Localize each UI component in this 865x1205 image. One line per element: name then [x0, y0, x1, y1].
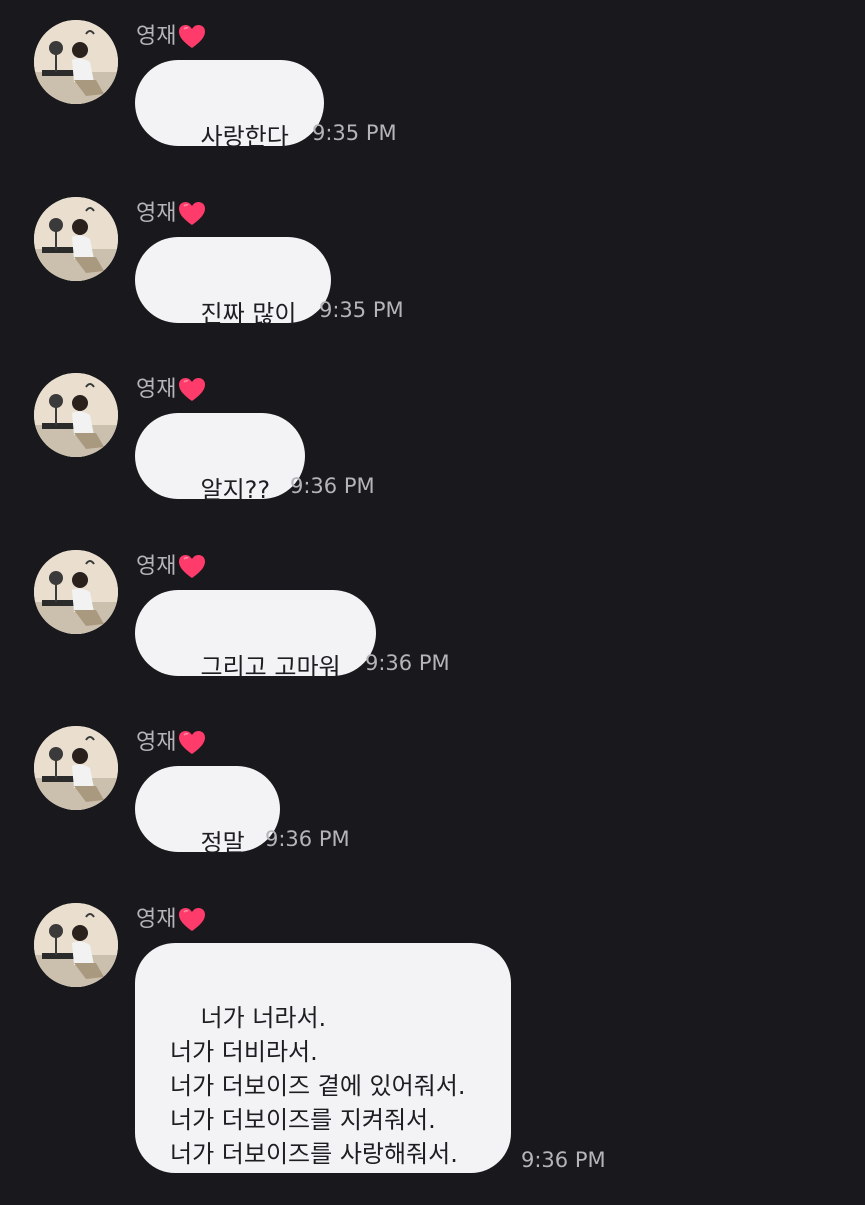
sender-name-text: 영재 [136, 201, 177, 226]
sender-name-text: 영재 [136, 554, 177, 579]
message-text: 진짜 많이 [200, 300, 297, 328]
message-text: 너가 너라서. 너가 더비라서. 너가 더보이즈 곁에 있어줘서. 너가 더보이… [170, 1004, 466, 1168]
sender-avatar[interactable] [34, 20, 118, 104]
sender-avatar[interactable] [34, 903, 118, 987]
sender-name: 영재 [136, 728, 206, 758]
sender-name: 영재 [136, 375, 206, 405]
sender-avatar[interactable] [34, 373, 118, 457]
red-heart-icon [178, 377, 206, 403]
message-bubble[interactable]: 정말 [135, 766, 280, 857]
message-bubble[interactable]: 알지?? [135, 413, 306, 504]
red-heart-icon [178, 730, 206, 756]
sender-name: 영재 [136, 22, 206, 52]
message-bubble[interactable]: 사랑한다 [135, 60, 324, 151]
message-text: 정말 [200, 829, 245, 857]
message-timestamp: 9:35 PM [319, 298, 404, 322]
sender-name: 영재 [136, 199, 206, 229]
red-heart-icon [178, 554, 206, 580]
message-bubble[interactable]: 진짜 많이 [135, 237, 332, 328]
sender-avatar[interactable] [34, 197, 118, 281]
message-timestamp: 9:36 PM [290, 474, 375, 498]
message-bubble[interactable]: 그리고 고마워 [135, 590, 376, 681]
sender-name: 영재 [136, 552, 206, 582]
message-text: 알지?? [200, 476, 271, 504]
sender-avatar[interactable] [34, 550, 118, 634]
sender-name-text: 영재 [136, 377, 177, 402]
sender-avatar[interactable] [34, 726, 118, 810]
message-text: 그리고 고마워 [200, 653, 341, 681]
red-heart-icon [178, 907, 206, 933]
message-timestamp: 9:36 PM [365, 651, 450, 675]
message-text: 사랑한다 [200, 123, 289, 151]
message-bubble[interactable]: 너가 너라서. 너가 더비라서. 너가 더보이즈 곁에 있어줘서. 너가 더보이… [135, 943, 511, 1173]
red-heart-icon [178, 24, 206, 50]
message-timestamp: 9:36 PM [521, 1148, 606, 1172]
message-timestamp: 9:35 PM [312, 121, 397, 145]
sender-name-text: 영재 [136, 907, 177, 932]
sender-name-text: 영재 [136, 24, 177, 49]
message-timestamp: 9:36 PM [265, 827, 350, 851]
sender-name: 영재 [136, 905, 206, 935]
sender-name-text: 영재 [136, 730, 177, 755]
red-heart-icon [178, 201, 206, 227]
